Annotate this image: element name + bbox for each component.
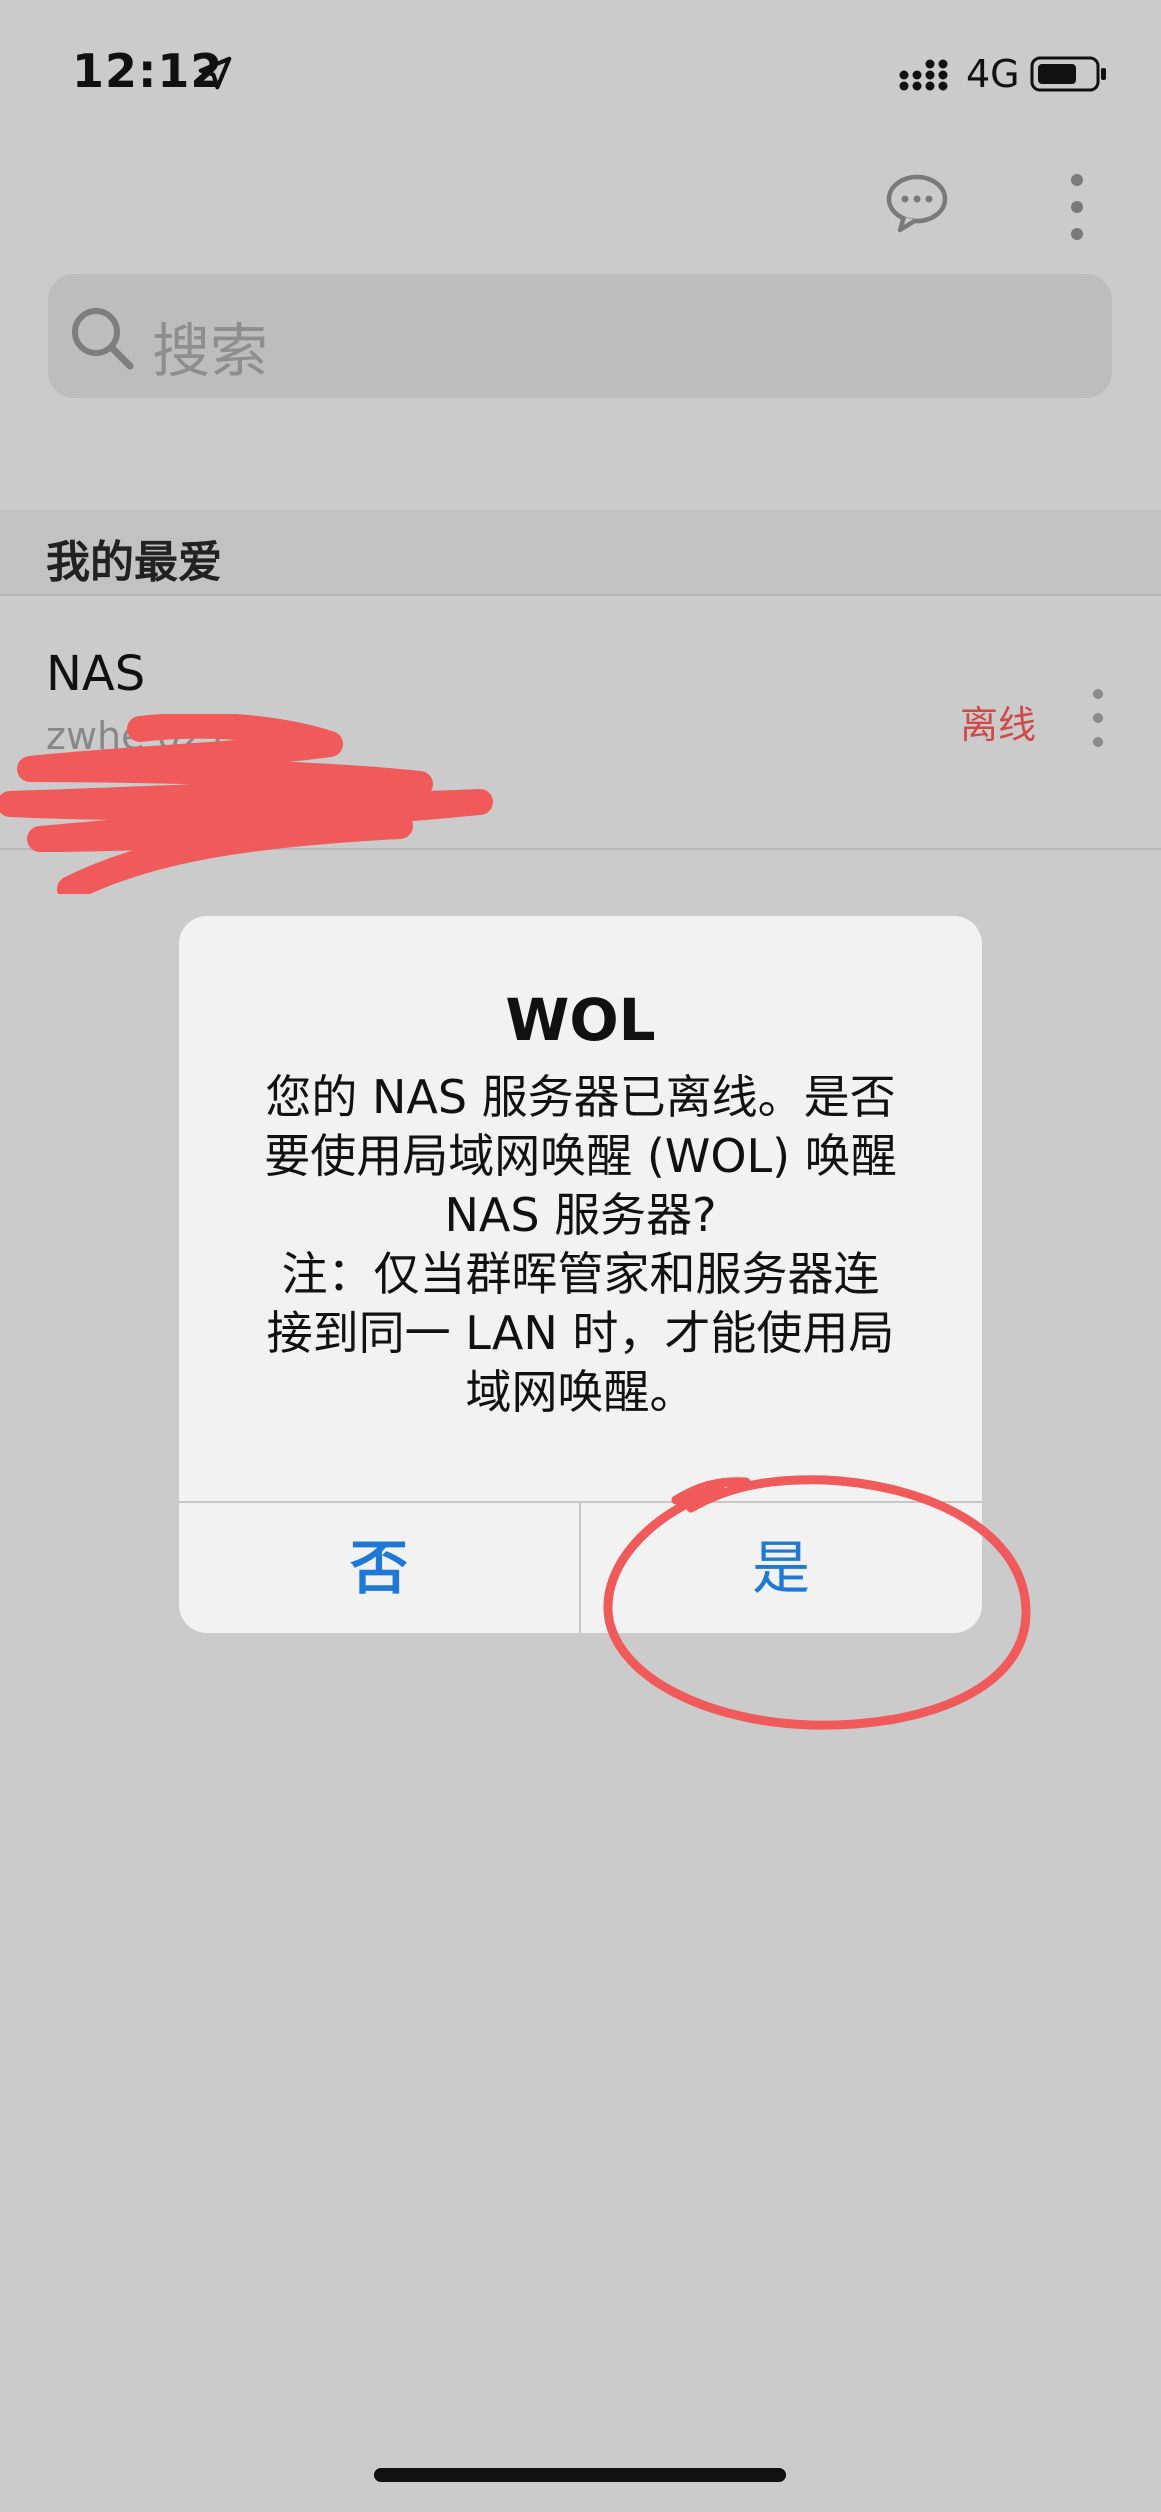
location-arrow-icon <box>198 56 232 90</box>
dialog-message-line: 您的 NAS 服务器已离线。是否 <box>265 1070 896 1124</box>
search-icon <box>72 308 134 370</box>
no-button[interactable]: 否 <box>179 1503 579 1633</box>
chat-icon[interactable] <box>884 172 950 234</box>
dialog-message-line: 注：仅当群晖管家和服务器连 <box>281 1247 880 1301</box>
home-indicator <box>374 2468 786 2482</box>
dialog-message-line: NAS 服务器? <box>444 1188 717 1242</box>
device-status-badge: 离线 <box>960 703 1037 747</box>
dialog-message: 您的 NAS 服务器已离线。是否 要使用局域网唤醒 (WOL) 唤醒 NAS 服… <box>219 1068 942 1422</box>
more-vertical-icon[interactable] <box>1062 170 1092 244</box>
section-title: 我的最爱 <box>46 537 222 588</box>
device-list-item[interactable]: NAS zwhe 021 离线 <box>0 596 1161 894</box>
network-type: 4G <box>966 52 1020 96</box>
dialog-message-line: 要使用局域网唤醒 (WOL) 唤醒 <box>264 1129 897 1183</box>
redaction-scribble <box>0 714 493 894</box>
device-more-icon[interactable] <box>1090 686 1106 750</box>
dialog-title: WOL <box>505 986 656 1054</box>
signal-icon <box>899 59 948 91</box>
search-bar[interactable]: 搜索 <box>48 274 1112 398</box>
battery-icon <box>1030 56 1106 92</box>
dialog-message-line: 域网唤醒。 <box>465 1365 696 1419</box>
device-name: NAS <box>46 646 146 702</box>
search-placeholder: 搜索 <box>152 317 269 385</box>
dialog-message-line: 接到同一 LAN 时，才能使用局 <box>266 1306 895 1360</box>
annotation-circle <box>603 1475 1031 1730</box>
favorites-section-header: 我的最爱 <box>0 510 1161 596</box>
